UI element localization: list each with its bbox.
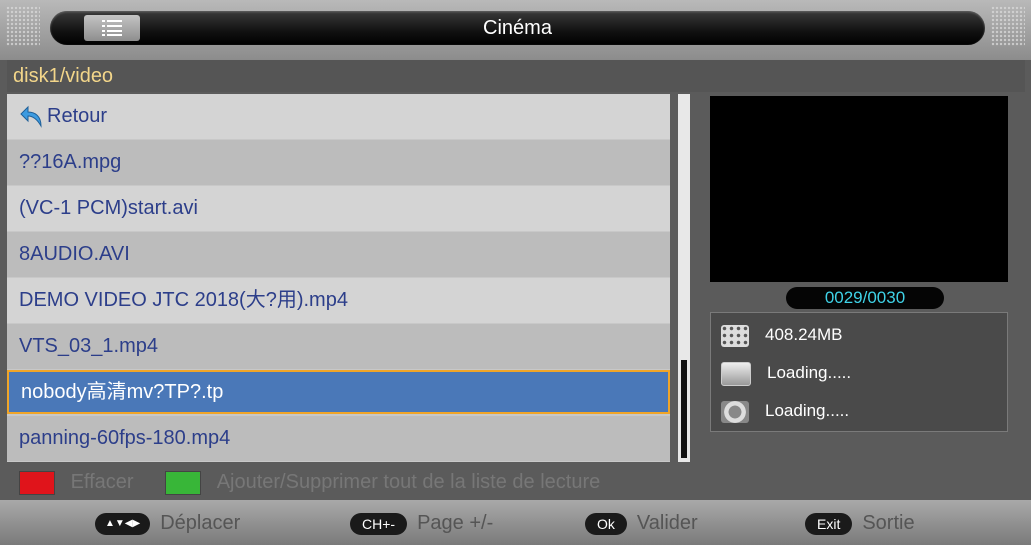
legend-green-label: Ajouter/Supprimer tout de la liste de le… bbox=[216, 471, 601, 493]
hint-page: CH+- Page +/- bbox=[350, 510, 493, 536]
list-scrollbar[interactable] bbox=[678, 94, 690, 462]
file-list: Retour ??16A.mpg (VC-1 PCM)start.avi 8AU… bbox=[7, 94, 670, 462]
ok-key-icon: Ok bbox=[585, 512, 627, 535]
title-bar: Cinéma bbox=[0, 0, 1031, 60]
title-pill: Cinéma bbox=[50, 11, 985, 45]
info-resolution-row: Loading..... bbox=[721, 359, 851, 387]
file-item-label: VTS_03_1.mp4 bbox=[19, 335, 158, 357]
info-size: 408.24MB bbox=[765, 325, 843, 344]
file-item[interactable]: ??16A.mpg bbox=[7, 140, 670, 185]
hint-move-label: Déplacer bbox=[160, 512, 241, 534]
info-codec-row: Loading..... bbox=[721, 397, 849, 425]
file-item-label: 8AUDIO.AVI bbox=[19, 243, 130, 265]
file-item-label: ??16A.mpg bbox=[19, 151, 122, 173]
info-resolution: Loading..... bbox=[767, 363, 852, 382]
hint-exit: Exit Sortie bbox=[805, 510, 915, 536]
hint-ok: Ok Valider bbox=[585, 510, 698, 536]
red-key-icon bbox=[19, 470, 55, 495]
file-item[interactable]: panning-60fps-180.mp4 bbox=[7, 416, 670, 461]
file-item[interactable]: 8AUDIO.AVI bbox=[7, 232, 670, 277]
file-item[interactable]: (VC-1 PCM)start.avi bbox=[7, 186, 670, 231]
info-size-row: 408.24MB bbox=[721, 321, 843, 349]
bottom-hint-bar: ▲▼◀▶ Déplacer CH+- Page +/- Ok Valider Exit… bbox=[0, 500, 1031, 545]
hint-exit-label: Sortie bbox=[862, 512, 915, 534]
channel-key-icon: CH+- bbox=[350, 512, 408, 535]
film-reel-icon bbox=[721, 400, 749, 423]
file-item-label: Retour bbox=[47, 105, 108, 127]
hint-move: ▲▼◀▶ Déplacer bbox=[95, 510, 240, 536]
exit-key-icon: Exit bbox=[805, 512, 853, 535]
green-key-icon bbox=[165, 470, 202, 495]
file-item-selected[interactable]: nobody高清mv?TP?.tp bbox=[7, 370, 670, 414]
file-info-panel: 408.24MB Loading..... Loading..... bbox=[710, 312, 1008, 432]
video-preview bbox=[710, 96, 1008, 282]
file-item-label: nobody高清mv?TP?.tp bbox=[21, 381, 224, 403]
file-item-label: panning-60fps-180.mp4 bbox=[19, 427, 231, 449]
color-key-legend: Effacer Ajouter/Supprimer tout de la lis… bbox=[7, 465, 1025, 499]
display-icon bbox=[721, 361, 751, 386]
info-codec: Loading..... bbox=[765, 401, 850, 420]
hint-ok-label: Valider bbox=[636, 512, 698, 534]
back-arrow-icon bbox=[20, 105, 42, 128]
scrollbar-thumb[interactable] bbox=[681, 360, 687, 458]
file-item[interactable]: VTS_03_1.mp4 bbox=[7, 324, 670, 369]
file-size-icon bbox=[721, 324, 749, 347]
file-item-label: DEMO VIDEO JTC 2018(大?用).mp4 bbox=[19, 289, 348, 311]
arrow-keys-icon: ▲▼◀▶ bbox=[95, 512, 151, 535]
file-item[interactable]: DEMO VIDEO JTC 2018(大?用).mp4 bbox=[7, 278, 670, 323]
file-item-back[interactable]: Retour bbox=[7, 94, 670, 139]
right-grip-decoration bbox=[991, 6, 1025, 46]
hint-page-label: Page +/- bbox=[417, 512, 494, 534]
current-path: disk1/video bbox=[7, 60, 1025, 92]
file-counter: 0029/0030 bbox=[786, 287, 944, 309]
page-title: Cinéma bbox=[483, 17, 552, 39]
left-grip-decoration bbox=[6, 6, 40, 46]
legend-red-label: Effacer bbox=[70, 471, 134, 493]
file-item-label: (VC-1 PCM)start.avi bbox=[19, 197, 198, 219]
